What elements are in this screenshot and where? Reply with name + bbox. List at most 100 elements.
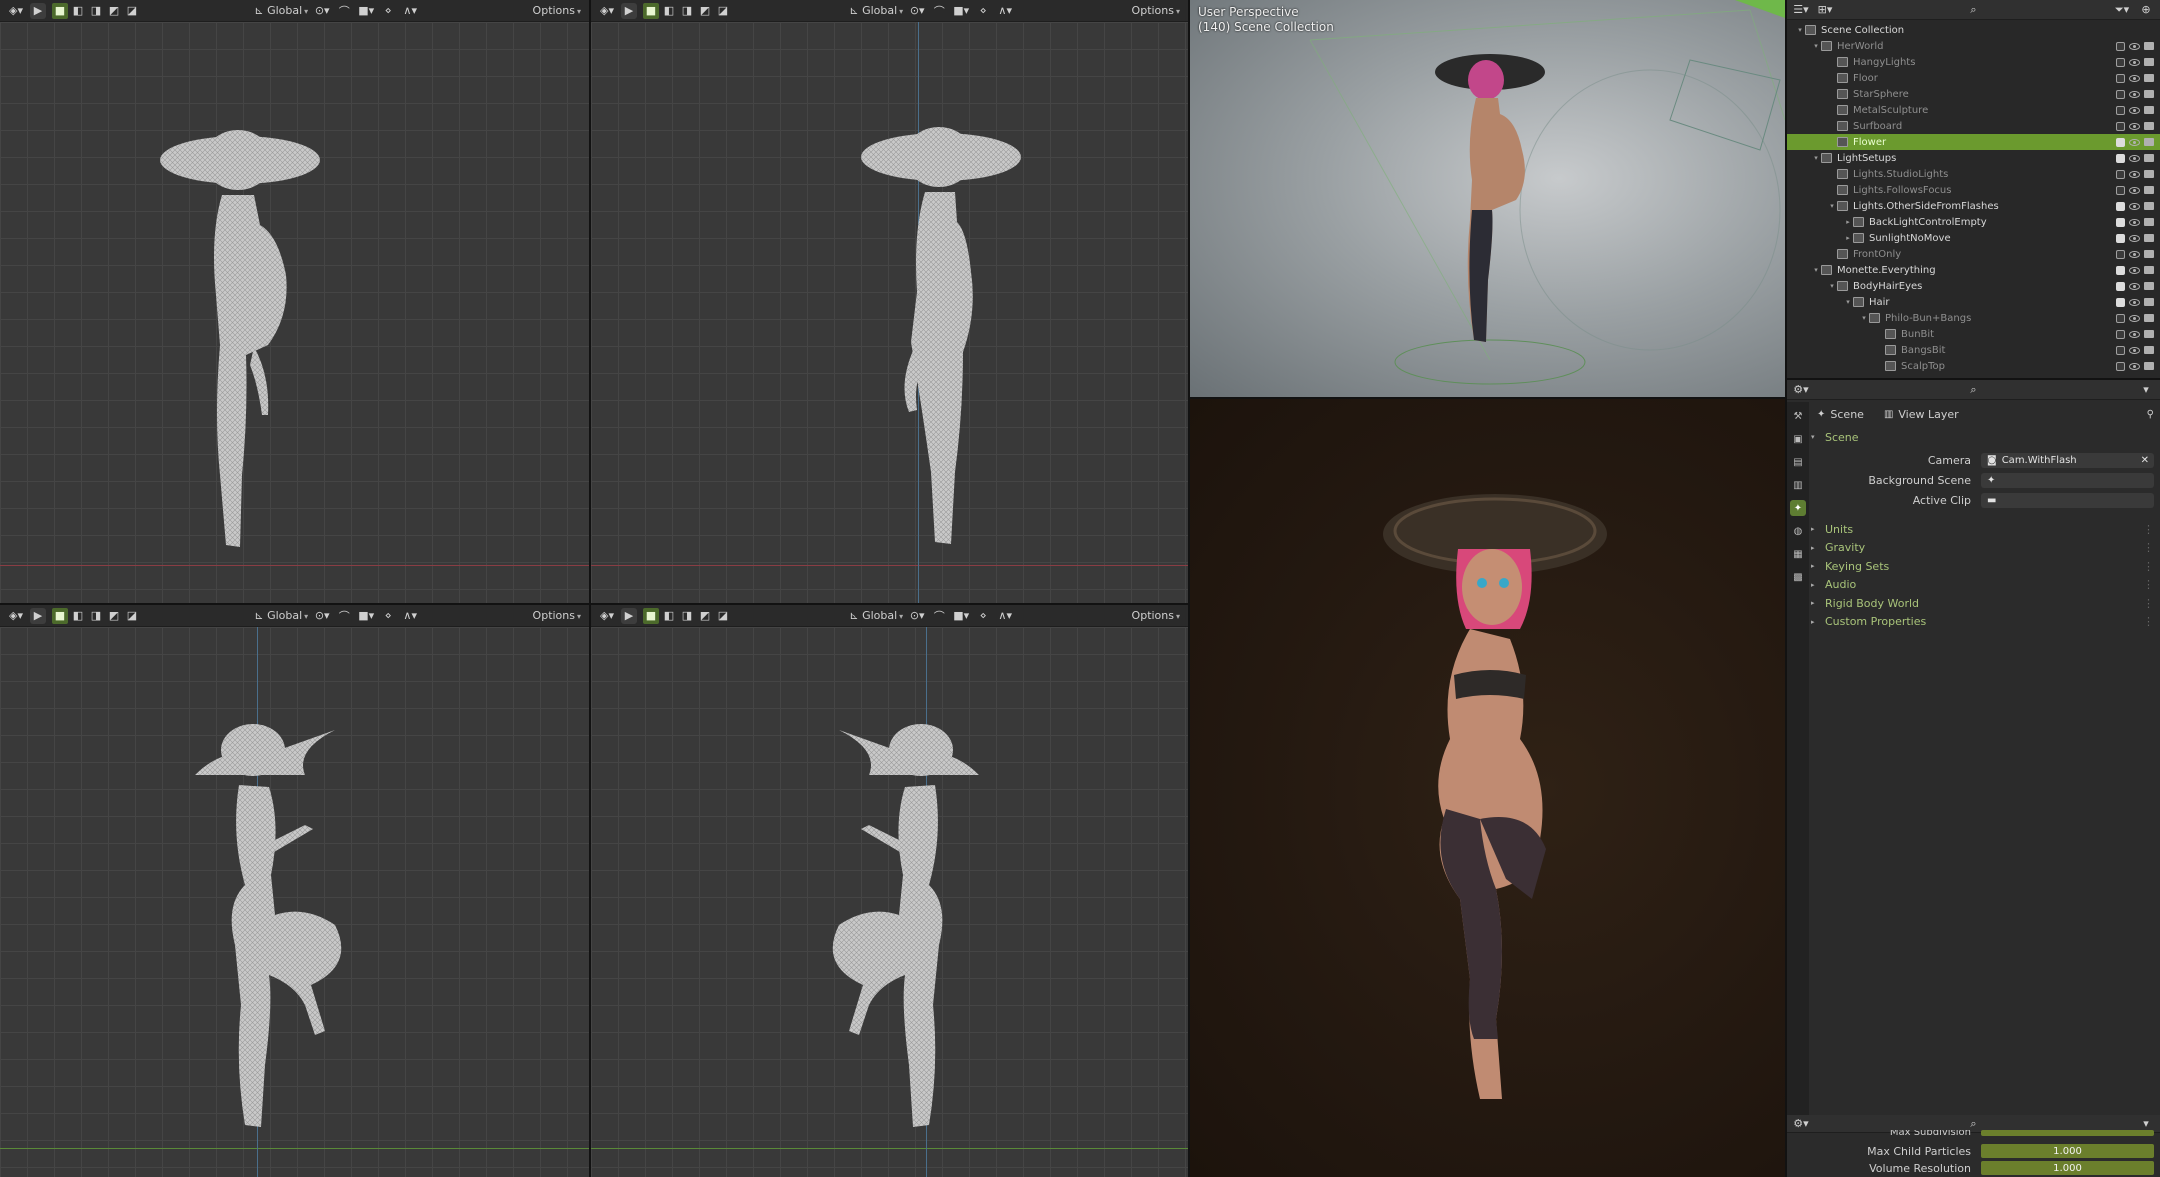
drag-handle-icon[interactable]: ⋮	[2143, 597, 2154, 610]
visibility-eye-icon[interactable]	[2129, 186, 2140, 194]
visibility-eye-icon[interactable]	[2129, 282, 2140, 290]
drag-handle-icon[interactable]: ⋮	[2143, 541, 2154, 554]
breadcrumb-view-layer[interactable]: View Layer	[1898, 408, 1958, 421]
falloff-icon[interactable]: ∧▾	[997, 608, 1013, 624]
outliner-row[interactable]: ▾ Lights.OtherSideFromFlashes	[1787, 198, 2160, 214]
properties-editor-particles[interactable]: ⚙▾ ⌕ ▾ Max Subdivision Max Child Particl…	[1787, 1115, 2160, 1177]
outliner-row[interactable]: BangsBit	[1787, 342, 2160, 358]
snap-icon[interactable]: ⌒	[336, 3, 352, 19]
mode-invert-icon[interactable]: ◩	[106, 3, 122, 19]
tab-collection-icon[interactable]: ▦	[1790, 546, 1806, 562]
mode-intersect-icon[interactable]: ◪	[124, 608, 140, 624]
panel-collapsed[interactable]: ▸ Audio ⋮	[1811, 576, 2154, 594]
disclosure-triangle-icon[interactable]: ▾	[1795, 26, 1805, 34]
snap-target-icon[interactable]: ■▾	[358, 608, 374, 624]
visibility-eye-icon[interactable]	[2129, 362, 2140, 370]
panel-collapsed[interactable]: ▸ Gravity ⋮	[1811, 539, 2154, 557]
outliner-row[interactable]: ▾ Hair	[1787, 294, 2160, 310]
area-divider[interactable]	[1787, 378, 2160, 380]
snap-target-icon[interactable]: ■▾	[953, 3, 969, 19]
exclude-checkbox[interactable]	[2116, 137, 2125, 147]
editor-type-icon[interactable]: ☰▾	[1793, 2, 1809, 18]
render-camera-icon[interactable]	[2144, 154, 2154, 162]
drag-handle-icon[interactable]: ⋮	[2143, 523, 2154, 536]
editor-type-icon[interactable]: ◈▾	[599, 608, 615, 624]
tab-texture-icon[interactable]: ▩	[1790, 569, 1806, 585]
visibility-eye-icon[interactable]	[2129, 250, 2140, 258]
exclude-checkbox[interactable]	[2116, 121, 2125, 131]
disclosure-triangle-icon[interactable]: ▾	[1859, 314, 1869, 322]
mode-intersect-icon[interactable]: ◪	[715, 608, 731, 624]
pivot-icon[interactable]: ⊙▾	[314, 3, 330, 19]
render-camera-icon[interactable]	[2144, 362, 2154, 370]
area-divider[interactable]	[589, 0, 591, 1177]
render-camera-icon[interactable]	[2144, 122, 2154, 130]
visibility-eye-icon[interactable]	[2129, 42, 2140, 50]
snap-icon[interactable]: ⌒	[931, 3, 947, 19]
search-icon[interactable]: ⌕	[1966, 2, 1982, 18]
visibility-eye-icon[interactable]	[2129, 122, 2140, 130]
mode-invert-icon[interactable]: ◩	[106, 608, 122, 624]
max-subdivision-field[interactable]	[1981, 1130, 2154, 1136]
snap-icon[interactable]: ⌒	[336, 608, 352, 624]
falloff-icon[interactable]: ∧▾	[402, 608, 418, 624]
tab-view-layer-icon[interactable]: ▥	[1790, 477, 1806, 493]
exclude-checkbox[interactable]	[2116, 265, 2125, 275]
proportional-icon[interactable]: ⋄	[380, 3, 396, 19]
panel-collapsed[interactable]: ▸ Keying Sets ⋮	[1811, 557, 2154, 575]
visibility-eye-icon[interactable]	[2129, 74, 2140, 82]
render-camera-icon[interactable]	[2144, 42, 2154, 50]
pin-icon[interactable]: ⚲	[2147, 409, 2154, 420]
render-camera-icon[interactable]	[2144, 170, 2154, 178]
outliner-row[interactable]: ▾ HerWorld	[1787, 38, 2160, 54]
viewport-back[interactable]: ◈▾ ▶ ■ ◧ ◨ ◩ ◪ ⊾ Global ▾ ⊙▾ ⌒ ■▾ ⋄ ∧▾ Op…	[591, 0, 1188, 603]
outliner-row[interactable]: ▾ Scene Collection	[1787, 22, 2160, 38]
options-dropdown[interactable]: Options ▾	[533, 609, 581, 622]
options-dropdown[interactable]: Options ▾	[1132, 4, 1180, 17]
select-tool-icon[interactable]: ▶	[621, 607, 637, 624]
exclude-checkbox[interactable]	[2116, 217, 2125, 227]
outliner-editor[interactable]: ☰▾ ⊞▾ ⌕ ⏷▾ ⊕ ▾ Scene Collection ▾ HerWorld H…	[1787, 0, 2160, 378]
breadcrumb-scene[interactable]: Scene	[1830, 408, 1864, 421]
mode-extend-icon[interactable]: ◧	[661, 608, 677, 624]
panel-collapsed[interactable]: ▸ Units ⋮	[1811, 520, 2154, 538]
visibility-eye-icon[interactable]	[2129, 234, 2140, 242]
visibility-eye-icon[interactable]	[2129, 330, 2140, 338]
snap-target-icon[interactable]: ■▾	[358, 3, 374, 19]
visibility-eye-icon[interactable]	[2129, 202, 2140, 210]
render-camera-icon[interactable]	[2144, 346, 2154, 354]
mode-intersect-icon[interactable]: ◪	[124, 3, 140, 19]
tab-scene-icon[interactable]: ✦	[1790, 500, 1806, 516]
visibility-eye-icon[interactable]	[2129, 218, 2140, 226]
exclude-checkbox[interactable]	[2116, 41, 2125, 51]
mode-extend-icon[interactable]: ◧	[70, 608, 86, 624]
tab-world-icon[interactable]: ◍	[1790, 523, 1806, 539]
render-camera-icon[interactable]	[2144, 282, 2154, 290]
render-camera-icon[interactable]	[2144, 106, 2154, 114]
visibility-eye-icon[interactable]	[2129, 346, 2140, 354]
render-camera-icon[interactable]	[2144, 74, 2154, 82]
drag-handle-icon[interactable]: ⋮	[2143, 560, 2154, 573]
render-camera-icon[interactable]	[2144, 266, 2154, 274]
editor-type-icon[interactable]: ⚙▾	[1793, 382, 1809, 398]
transform-orientation-dropdown[interactable]: ⊾ Global ▾	[254, 609, 308, 622]
pivot-icon[interactable]: ⊙▾	[909, 608, 925, 624]
active-clip-field[interactable]: ▬	[1981, 492, 2154, 508]
outliner-row[interactable]: ▾ Monette.Everything	[1787, 262, 2160, 278]
panel-scene[interactable]: ▾ Scene	[1811, 428, 2154, 446]
exclude-checkbox[interactable]	[2116, 233, 2125, 243]
outliner-row[interactable]: ▸ BackLightControlEmpty	[1787, 214, 2160, 230]
mode-extend-icon[interactable]: ◧	[661, 3, 677, 19]
visibility-eye-icon[interactable]	[2129, 266, 2140, 274]
disclosure-triangle-icon[interactable]: ▾	[1843, 298, 1853, 306]
snap-icon[interactable]: ⌒	[931, 608, 947, 624]
proportional-icon[interactable]: ⋄	[380, 608, 396, 624]
visibility-eye-icon[interactable]	[2129, 170, 2140, 178]
disclosure-triangle-icon[interactable]: ▸	[1843, 218, 1853, 226]
disclosure-triangle-icon[interactable]: ▾	[1811, 266, 1821, 274]
proportional-icon[interactable]: ⋄	[975, 3, 991, 19]
editor-type-icon[interactable]: ◈▾	[8, 608, 24, 624]
options-dropdown[interactable]: Options ▾	[533, 4, 581, 17]
exclude-checkbox[interactable]	[2116, 281, 2125, 291]
disclosure-triangle-icon[interactable]: ▾	[1811, 42, 1821, 50]
